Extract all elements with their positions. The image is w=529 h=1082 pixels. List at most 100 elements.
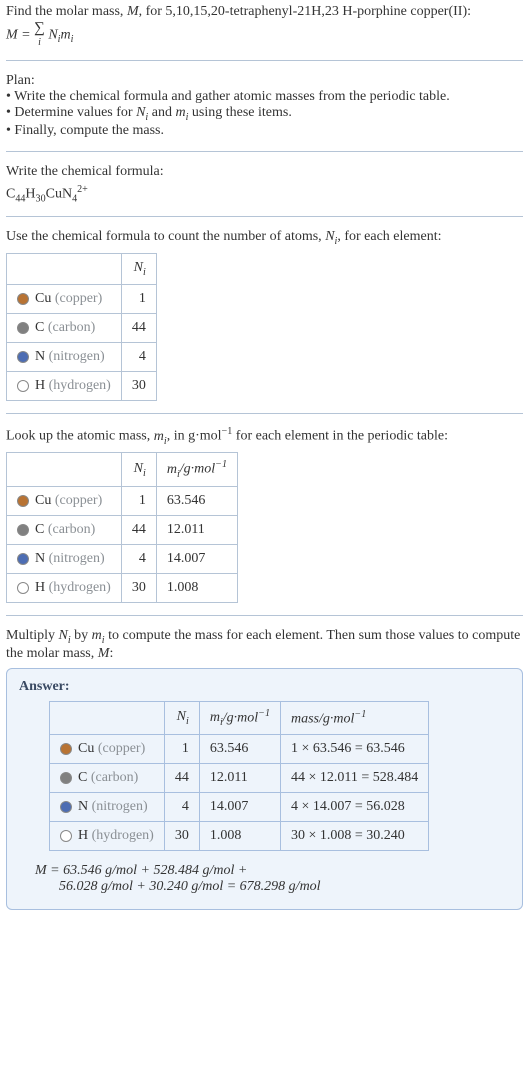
el-name: (hydrogen) <box>49 378 111 393</box>
th-mass-sup: −1 <box>354 709 366 720</box>
el-sym: Cu <box>78 741 94 756</box>
th-Ni-N: N <box>134 260 143 275</box>
eq-mi-i: i <box>71 34 74 45</box>
sigma-icon: ∑ <box>34 20 45 36</box>
count-Ni: Ni <box>325 229 337 244</box>
answer-box: Answer: Ni mi/g·mol−1 mass/g·mol−1 Cu (c… <box>6 668 523 910</box>
chem-head: Write the chemical formula: <box>6 164 523 180</box>
divider <box>6 151 523 152</box>
el-mass: 12.011 <box>199 764 280 793</box>
final-equation: M = 63.546 g/mol + 528.484 g/mol + 56.02… <box>35 863 510 895</box>
plan-bullet-1: • Write the chemical formula and gather … <box>6 89 523 105</box>
el-mass: 14.007 <box>199 793 280 822</box>
sigma-sub: i <box>38 37 41 48</box>
el-name: (carbon) <box>48 522 95 537</box>
el-sym: N <box>35 349 45 364</box>
el-count: 30 <box>121 573 156 602</box>
el-name: (copper) <box>98 741 145 756</box>
table-row: C (carbon)44 <box>7 314 157 343</box>
th-Ni: Ni <box>164 701 199 734</box>
mass-table: Ni mi/g·mol−1 Cu (copper)163.546 C (carb… <box>6 452 238 602</box>
el-name: (carbon) <box>91 770 138 785</box>
th-blank <box>7 453 122 486</box>
divider <box>6 216 523 217</box>
mass-neg1: −1 <box>222 426 233 437</box>
eq-M: M <box>6 27 18 42</box>
swatch-icon <box>17 380 29 392</box>
table-row: Cu (copper)1 <box>7 285 157 314</box>
el-count: 4 <box>121 343 156 372</box>
mult-mi: mi <box>92 628 105 643</box>
plan-head: Plan: <box>6 73 523 89</box>
el-name: (nitrogen) <box>49 349 105 364</box>
plan-mi: mi <box>175 105 188 120</box>
plan-Ni: Ni <box>136 105 148 120</box>
chem-N: N <box>62 187 72 202</box>
th-mi-unit: /g·mol <box>180 462 215 477</box>
el-sym: C <box>78 770 87 785</box>
el-name: (nitrogen) <box>92 799 148 814</box>
table-row: H (hydrogen)301.008 <box>7 573 238 602</box>
table-header-row: Ni <box>7 254 157 285</box>
final-M: M <box>35 863 47 878</box>
count-intro-a: Use the chemical formula to count the nu… <box>6 229 325 244</box>
chem-C-n: 44 <box>15 193 25 204</box>
mult-b: by <box>71 628 92 643</box>
intro-part1: Find the molar mass, <box>6 4 127 19</box>
mult-Ni: Ni <box>59 628 71 643</box>
swatch-icon <box>60 772 72 784</box>
plan-b2c: using these items. <box>188 105 291 120</box>
el-name: (carbon) <box>48 320 95 335</box>
swatch-icon <box>60 743 72 755</box>
el-mass: 14.007 <box>156 544 237 573</box>
th-mi-sup: −1 <box>258 708 270 719</box>
el-count: 1 <box>121 486 156 515</box>
el-sym: Cu <box>35 291 51 306</box>
swatch-icon <box>60 830 72 842</box>
el-mass: 1.008 <box>199 822 280 851</box>
el-mass: 12.011 <box>156 515 237 544</box>
el-name: (hydrogen) <box>49 580 111 595</box>
swatch-icon <box>17 495 29 507</box>
intro-text: Find the molar mass, M, for 5,10,15,20-t… <box>6 4 523 20</box>
th-mi: mi/g·mol−1 <box>199 701 280 734</box>
final-line1: = 63.546 g/mol + 528.484 g/mol + <box>47 863 248 878</box>
mass-mi: mi <box>154 429 167 444</box>
eq-equals: = <box>18 27 34 42</box>
th-mass-a: mass/g·mol <box>291 711 354 726</box>
mass-intro-a: Look up the atomic mass, <box>6 429 154 444</box>
el-mass: 63.546 <box>156 486 237 515</box>
th-Ni-N: N <box>177 709 186 724</box>
chem-H-n: 30 <box>36 193 46 204</box>
el-sym: H <box>35 378 45 393</box>
el-count: 30 <box>164 822 199 851</box>
th-Ni-i: i <box>143 267 146 278</box>
mult-d: : <box>109 646 113 661</box>
th-Ni: Ni <box>121 254 156 285</box>
el-sym: Cu <box>35 493 51 508</box>
answer-table: Ni mi/g·mol−1 mass/g·mol−1 Cu (copper)16… <box>49 701 429 851</box>
table-header-row: Ni mi/g·mol−1 <box>7 453 238 486</box>
table-row: C (carbon)4412.011 <box>7 515 238 544</box>
chem-Cu: Cu <box>46 187 62 202</box>
el-calc: 44 × 12.011 = 528.484 <box>281 764 429 793</box>
el-calc: 4 × 14.007 = 56.028 <box>281 793 429 822</box>
el-count: 44 <box>121 515 156 544</box>
el-sym: N <box>78 799 88 814</box>
multiply-text: Multiply Ni by mi to compute the mass fo… <box>6 628 523 662</box>
swatch-icon <box>17 293 29 305</box>
swatch-icon <box>17 524 29 536</box>
el-sym: N <box>35 551 45 566</box>
swatch-icon <box>60 801 72 813</box>
swatch-icon <box>17 553 29 565</box>
th-mi: mi/g·mol−1 <box>156 453 237 486</box>
el-calc: 30 × 1.008 = 30.240 <box>281 822 429 851</box>
plan-bullet-3: • Finally, compute the mass. <box>6 123 523 139</box>
el-name: (copper) <box>55 291 102 306</box>
table-row: H (hydrogen)30 <box>7 372 157 401</box>
table-row: Cu (copper)163.5461 × 63.546 = 63.546 <box>50 735 429 764</box>
mass-intro-b: , in g·mol <box>167 429 222 444</box>
chem-charge: 2+ <box>77 184 88 195</box>
table-header-row: Ni mi/g·mol−1 mass/g·mol−1 <box>50 701 429 734</box>
swatch-icon <box>17 351 29 363</box>
